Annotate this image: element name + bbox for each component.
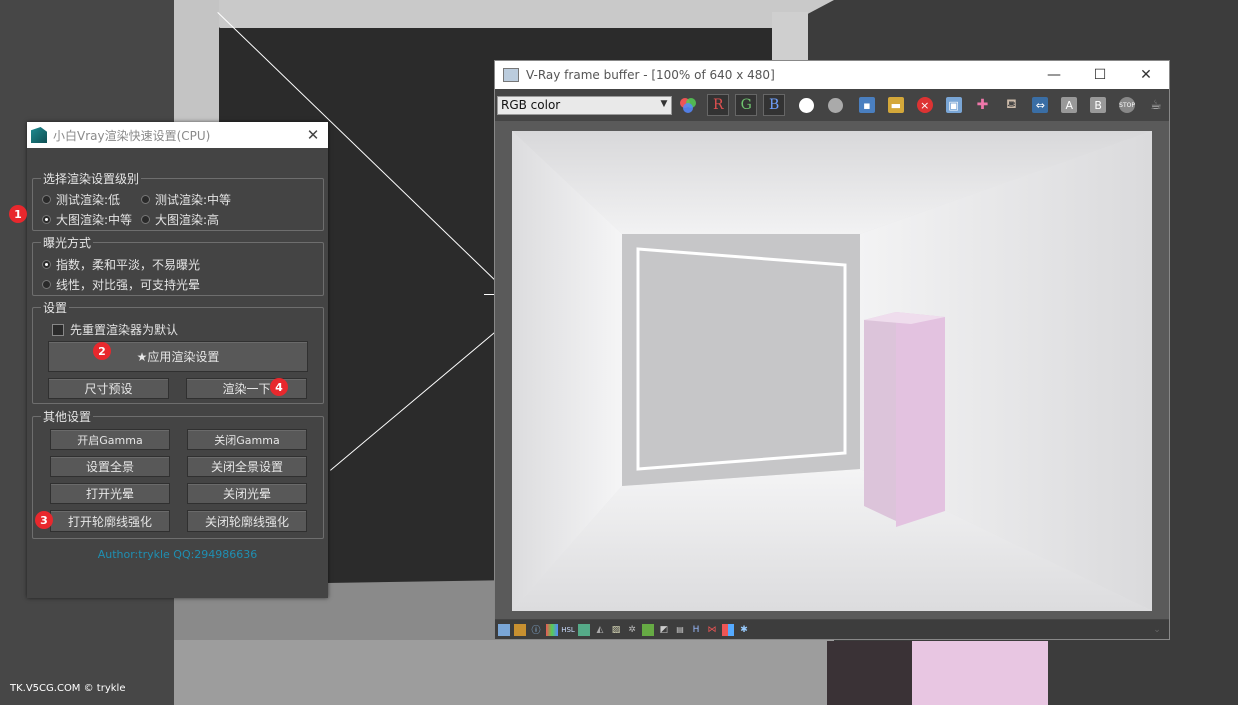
vfb-title: V-Ray frame buffer - [100% of 640 x 480]	[526, 68, 775, 82]
levels-icon[interactable]	[578, 623, 590, 636]
rendered-image	[512, 131, 1152, 611]
hsl-icon[interactable]: HSL	[561, 624, 575, 636]
vfb-status-bar: ⓘ HSL ◭ ▨ ✲ ◩ ▤ H ⋈ ✱ ⌄	[495, 620, 1169, 639]
channel-b-toggle[interactable]: B	[763, 94, 786, 116]
radio-dot	[141, 195, 150, 204]
log-icon[interactable]	[514, 623, 526, 636]
white-alpha-icon[interactable]	[793, 93, 819, 117]
vfb-titlebar[interactable]: V-Ray frame buffer - [100% of 640 x 480]…	[495, 61, 1169, 89]
disable-panorama-button[interactable]: 关闭全景设置	[187, 456, 307, 477]
viewport-box-shadow	[827, 641, 912, 705]
render-button[interactable]: 渲染一下	[186, 378, 307, 399]
save-icon[interactable]: ▪	[854, 93, 880, 117]
lens-effects-icon[interactable]: ⋈	[706, 624, 718, 636]
link-vfb-icon[interactable]: ⇔	[1027, 93, 1053, 117]
disable-gamma-button[interactable]: 关闭Gamma	[187, 429, 307, 450]
close-icon[interactable]: ✕	[1123, 67, 1169, 83]
compare-b-icon[interactable]: B	[1085, 93, 1111, 117]
group-other-settings: 其他设置 开启Gamma 关闭Gamma 设置全景 关闭全景设置 打开光晕 关闭…	[32, 408, 324, 539]
stereo-icon[interactable]	[722, 623, 734, 636]
status-h-label[interactable]: H	[690, 624, 702, 636]
3dsmax-app-icon	[31, 127, 47, 143]
radio-exposure-exponential[interactable]: 指数，柔和平淡，不易曝光	[42, 256, 200, 273]
group-other-settings-label: 其他设置	[41, 408, 94, 425]
ocio-icon[interactable]: ▤	[674, 624, 686, 636]
region-render-icon[interactable]: ⛾	[998, 93, 1024, 117]
mono-icon[interactable]	[822, 93, 848, 117]
render-teapot-icon[interactable]: ☕	[1143, 93, 1169, 117]
channel-r-toggle[interactable]: R	[707, 94, 730, 116]
enable-glare-button[interactable]: 打开光晕	[50, 483, 170, 504]
group-render-level-label: 选择渲染设置级别	[41, 170, 142, 187]
radio-dot-selected	[42, 215, 51, 224]
vray-frame-buffer-window: V-Ray frame buffer - [100% of 640 x 480]…	[494, 60, 1170, 640]
window-controls: — ☐ ✕	[1031, 67, 1169, 83]
viewport-pink-box	[912, 641, 1048, 705]
open-folder-icon[interactable]: ▬	[883, 93, 909, 117]
clear-image-icon[interactable]: ×	[912, 93, 938, 117]
dialog-title: 小白Vray渲染快速设置(CPU)	[53, 128, 211, 143]
vfb-app-icon	[503, 68, 519, 82]
track-mouse-icon[interactable]: ✚	[970, 93, 996, 117]
radio-test-medium[interactable]: 测试渲染:中等	[141, 191, 231, 208]
color-picker-icon[interactable]	[675, 93, 701, 117]
minimize-icon[interactable]: —	[1031, 67, 1077, 83]
color-correction-icon[interactable]	[546, 623, 558, 636]
author-credit: Author:trykle QQ:294986636	[97, 548, 258, 561]
watermark: TK.V5CG.COM © trykle	[10, 683, 126, 694]
apply-render-settings-button[interactable]: ★应用渲染设置	[48, 341, 308, 372]
close-icon[interactable]: ✕	[298, 126, 328, 144]
disable-outline-button[interactable]: 关闭轮廓线强化	[187, 510, 307, 532]
dialog-titlebar[interactable]: 小白Vray渲染快速设置(CPU) ✕	[27, 122, 328, 148]
enable-outline-button[interactable]: 打开轮廓线强化	[50, 510, 170, 532]
channel-select[interactable]: RGB color ▼	[497, 95, 673, 115]
reset-renderer-checkbox[interactable]: 先重置渲染器为默认	[52, 321, 178, 338]
radio-exposure-linear[interactable]: 线性，对比强，可支持光晕	[42, 276, 200, 293]
annotation-badge-1: 1	[9, 205, 27, 223]
viewport-floor-front	[174, 640, 834, 705]
group-exposure: 曝光方式 指数，柔和平淡，不易曝光 线性，对比强，可支持光晕	[32, 234, 324, 296]
radio-dot	[42, 280, 51, 289]
stop-render-icon[interactable]: STOP	[1114, 93, 1140, 117]
radio-dot	[141, 215, 150, 224]
set-panorama-button[interactable]: 设置全景	[50, 456, 170, 477]
group-render-level: 选择渲染设置级别 测试渲染:低 测试渲染:中等 大图渲染:中等 大图渲染:高	[32, 170, 324, 231]
rendered-room-svg	[512, 131, 1152, 611]
info-icon[interactable]: ⓘ	[530, 624, 542, 636]
viewport-frame-top	[174, 0, 834, 28]
duplicate-to-mtl-icon[interactable]: ▣	[941, 93, 967, 117]
radio-final-high[interactable]: 大图渲染:高	[141, 211, 219, 228]
annotation-badge-4: 4	[270, 378, 288, 396]
chevron-down-icon: ▼	[660, 98, 668, 109]
compare-a-icon[interactable]: A	[1056, 93, 1082, 117]
radio-dot	[42, 195, 51, 204]
group-exposure-label: 曝光方式	[41, 234, 94, 251]
maximize-icon[interactable]: ☐	[1077, 67, 1123, 83]
vfb-toolbar: RGB color ▼ R G B ▪ ▬ × ▣ ✚ ⛾ ⇔ A B STOP…	[495, 89, 1169, 121]
srgb-icon[interactable]: ◩	[658, 624, 670, 636]
annotation-badge-3: 3	[35, 511, 53, 529]
channel-g-toggle[interactable]: G	[735, 94, 758, 116]
pixel-aspect-icon[interactable]: ✱	[738, 624, 750, 636]
size-preset-button[interactable]: 尺寸预设	[48, 378, 169, 399]
group-settings-label: 设置	[41, 299, 70, 316]
background-image-icon[interactable]	[642, 623, 654, 636]
checkbox-box	[52, 323, 64, 336]
expand-panel-icon[interactable]: ⌄	[1151, 624, 1163, 636]
lut-icon[interactable]: ▨	[610, 624, 622, 636]
enable-gamma-button[interactable]: 开启Gamma	[50, 429, 170, 450]
radio-dot-selected	[42, 260, 51, 269]
exposure-icon[interactable]: ✲	[626, 624, 638, 636]
curves-icon[interactable]: ◭	[594, 624, 606, 636]
annotation-badge-2: 2	[93, 342, 111, 360]
render-settings-dialog: 小白Vray渲染快速设置(CPU) ✕ 选择渲染设置级别 测试渲染:低 测试渲染…	[9, 122, 328, 598]
radio-final-medium[interactable]: 大图渲染:中等	[42, 211, 132, 228]
radio-test-low[interactable]: 测试渲染:低	[42, 191, 120, 208]
render-canvas-area[interactable]	[495, 121, 1169, 619]
disable-glare-button[interactable]: 关闭光晕	[187, 483, 307, 504]
show-history-icon[interactable]	[498, 623, 510, 636]
